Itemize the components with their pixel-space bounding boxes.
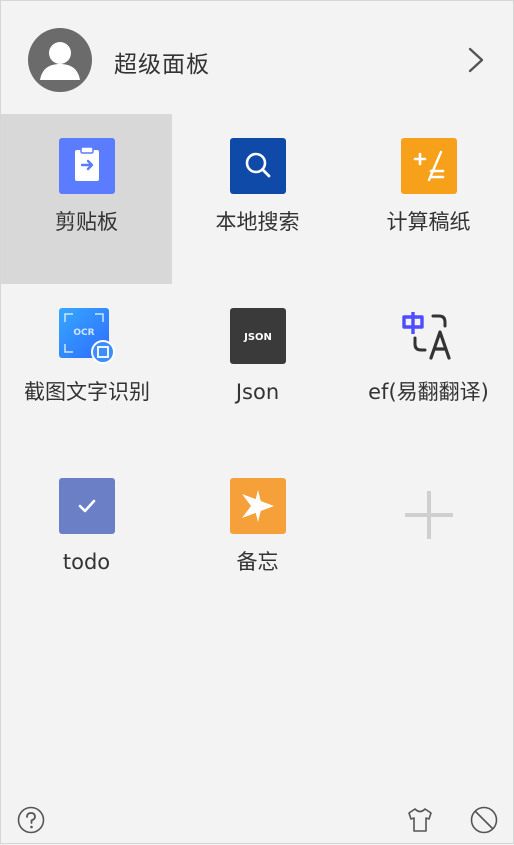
tile-todo[interactable]: todo xyxy=(1,454,172,624)
json-icon: JSON xyxy=(230,308,286,364)
memo-star-icon xyxy=(230,478,286,534)
tile-clipboard[interactable]: 剪贴板 xyxy=(1,114,172,284)
tile-translate[interactable]: ef(易翻翻译) xyxy=(343,284,514,454)
calculator-icon xyxy=(401,138,457,194)
translate-icon xyxy=(401,308,457,364)
tile-label: 计算稿纸 xyxy=(386,210,471,234)
help-icon[interactable] xyxy=(16,805,46,835)
tile-calc-paper[interactable]: 计算稿纸 xyxy=(343,114,514,284)
super-panel-window: 超级面板 剪贴板 本地搜索 计算稿纸 OCR 截图文字识别 JSON Json … xyxy=(0,0,514,844)
panel-header: 超级面板 xyxy=(1,1,513,113)
block-icon[interactable] xyxy=(469,805,499,835)
plus-icon xyxy=(405,491,453,539)
user-avatar[interactable] xyxy=(28,28,92,92)
tile-label: 本地搜索 xyxy=(215,210,300,234)
panel-title: 超级面板 xyxy=(114,52,210,78)
tile-label: todo xyxy=(62,550,111,574)
tile-label: ef(易翻翻译) xyxy=(368,380,489,404)
chevron-right-icon[interactable] xyxy=(461,43,491,77)
add-app-button[interactable] xyxy=(343,454,514,624)
tile-memo[interactable]: 备忘 xyxy=(172,454,343,624)
svg-text:OCR: OCR xyxy=(73,328,94,338)
tile-local-search[interactable]: 本地搜索 xyxy=(172,114,343,284)
svg-text:JSON: JSON xyxy=(243,332,272,343)
ocr-icon: OCR xyxy=(59,308,115,364)
shirt-icon[interactable] xyxy=(405,805,435,835)
panel-footer xyxy=(1,795,514,845)
clipboard-icon xyxy=(59,138,115,194)
tile-json[interactable]: JSON Json xyxy=(172,284,343,454)
todo-check-icon xyxy=(59,478,115,534)
tile-label: 备忘 xyxy=(236,550,279,574)
user-icon xyxy=(40,42,80,80)
tile-ocr[interactable]: OCR 截图文字识别 xyxy=(1,284,172,454)
search-icon xyxy=(230,138,286,194)
tile-label: 剪贴板 xyxy=(55,210,118,234)
tile-label: 截图文字识别 xyxy=(24,380,150,404)
tile-label: Json xyxy=(235,380,280,404)
